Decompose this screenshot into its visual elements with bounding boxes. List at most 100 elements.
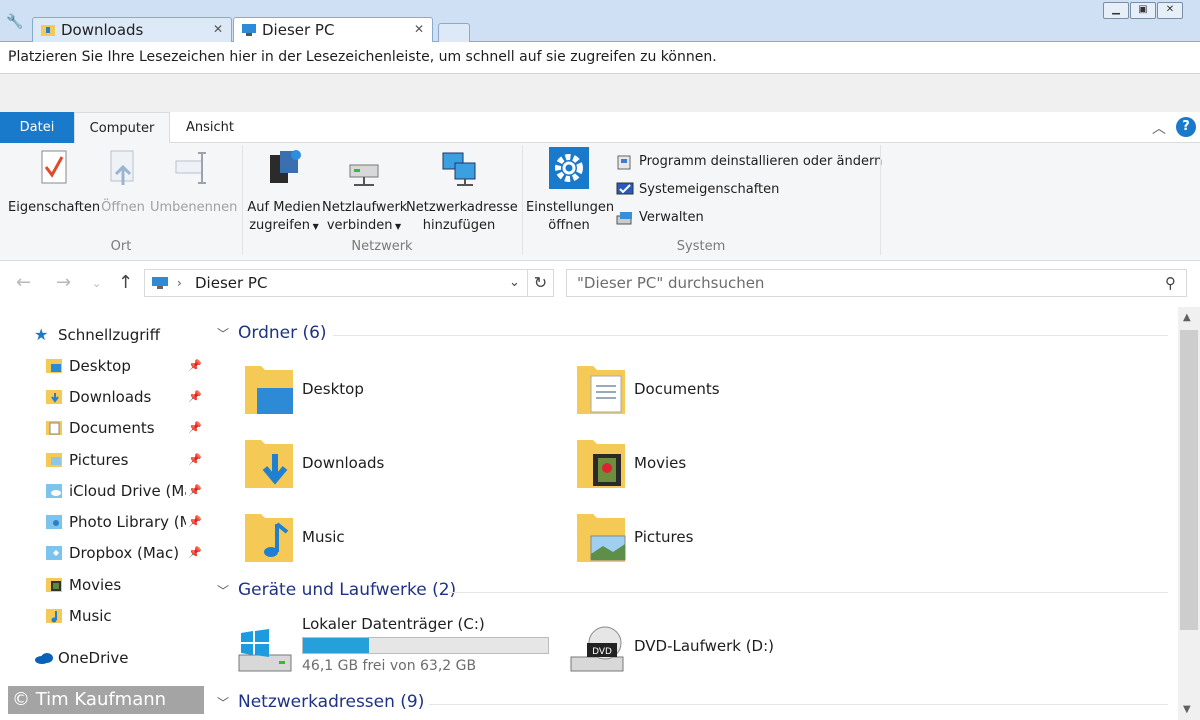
open-settings-button[interactable]: Einstellungen öffnen bbox=[526, 147, 614, 235]
tab-datei[interactable]: Datei bbox=[0, 112, 74, 143]
folder-item-music[interactable]: Music bbox=[243, 510, 543, 574]
uninstall-program-label: Programm deinstallieren oder ändern bbox=[639, 154, 883, 169]
search-placeholder: "Dieser PC" durchsuchen bbox=[577, 274, 765, 292]
open-icon bbox=[110, 150, 134, 185]
dropdown-arrow-icon: ▼ bbox=[310, 222, 319, 231]
refresh-button[interactable]: ↻ bbox=[528, 269, 554, 297]
collapse-ribbon-icon[interactable]: ︿ bbox=[1152, 118, 1166, 138]
nav-item-music[interactable]: Music bbox=[0, 602, 207, 630]
map-network-drive-button[interactable]: Netzlaufwerk verbinden ▼ bbox=[322, 147, 407, 236]
browser-tab-strip: 🔧 Downloads ✕ Dieser PC ✕ ▁ ▣ ✕ bbox=[0, 0, 1200, 44]
nav-item-documents[interactable]: Documents 📌 bbox=[0, 414, 207, 442]
nav-item-downloads[interactable]: Downloads 📌 bbox=[0, 383, 207, 411]
desktop-folder-icon bbox=[46, 359, 62, 373]
tab-downloads[interactable]: Downloads ✕ bbox=[32, 17, 232, 43]
back-arrow-icon[interactable]: ← bbox=[16, 272, 31, 293]
drive-d[interactable]: DVD DVD-Laufwerk (D:) bbox=[567, 613, 867, 679]
this-pc-icon bbox=[242, 24, 256, 36]
breadcrumb-dieser-pc[interactable]: Dieser PC bbox=[195, 270, 267, 296]
music-folder-icon bbox=[245, 514, 293, 562]
chevron-down-icon: ﹀ bbox=[217, 584, 230, 598]
pin-icon[interactable]: 📌 bbox=[186, 383, 202, 411]
access-media-button[interactable]: Auf Medien zugreifen ▼ bbox=[246, 147, 322, 236]
properties-button[interactable]: Eigenschaften bbox=[8, 147, 101, 217]
new-tab-button[interactable] bbox=[438, 23, 470, 43]
pin-icon[interactable]: 📌 bbox=[186, 414, 202, 442]
add-network-location-button[interactable]: Netzwerkadresse hinzufügen bbox=[406, 147, 518, 235]
tab-ansicht[interactable]: Ansicht bbox=[172, 112, 248, 143]
drive-c-usage-bar bbox=[302, 637, 549, 654]
group-header-folders[interactable]: ﹀ Ordner (6) bbox=[217, 323, 327, 349]
drive-c[interactable]: Lokaler Datenträger (C:) 46,1 GB frei vo… bbox=[235, 613, 555, 679]
address-bar[interactable]: › Dieser PC ⌄ bbox=[144, 269, 528, 297]
minimize-button[interactable]: ▁ bbox=[1103, 2, 1129, 19]
nav-quick-access[interactable]: ★ Schnellzugriff bbox=[0, 321, 207, 349]
downloads-folder-icon bbox=[41, 25, 55, 36]
uninstall-program-button[interactable]: Programm deinstallieren oder ändern bbox=[616, 151, 882, 173]
nav-label: Photo Library (M bbox=[69, 513, 193, 531]
tab-dieser-pc[interactable]: Dieser PC ✕ bbox=[233, 17, 433, 44]
navigation-pane: ★ Schnellzugriff Desktop 📌 Downloads 📌 D… bbox=[0, 307, 207, 720]
icloud-folder-icon bbox=[46, 484, 62, 498]
dropdown-arrow-icon: ▼ bbox=[392, 222, 402, 231]
open-button[interactable]: Öffnen bbox=[100, 147, 146, 217]
drive-d-name: DVD-Laufwerk (D:) bbox=[634, 637, 775, 655]
group-header-devices[interactable]: ﹀ Geräte und Laufwerke (2) bbox=[217, 580, 456, 606]
add-network-location-label-1: Netzwerkadresse bbox=[406, 200, 518, 215]
address-dropdown-icon[interactable]: ⌄ bbox=[509, 270, 520, 296]
pin-icon[interactable]: 📌 bbox=[186, 508, 202, 536]
system-properties-button[interactable]: Systemeigenschaften bbox=[616, 179, 779, 201]
folder-item-downloads[interactable]: Downloads bbox=[243, 436, 543, 500]
folder-item-desktop[interactable]: Desktop bbox=[243, 362, 543, 426]
add-network-location-label-2: hinzufügen bbox=[422, 218, 496, 233]
close-icon[interactable]: ✕ bbox=[213, 22, 223, 36]
recent-locations-chevron-icon[interactable]: ⌄ bbox=[92, 277, 101, 290]
up-arrow-icon[interactable]: ↑ bbox=[118, 272, 133, 293]
nav-item-dropbox[interactable]: Dropbox (Mac) 📌 bbox=[0, 539, 207, 567]
documents-folder-icon bbox=[46, 421, 62, 435]
nav-label: OneDrive bbox=[58, 649, 129, 667]
downloads-folder-icon bbox=[46, 390, 62, 404]
folder-item-movies[interactable]: Movies bbox=[575, 436, 875, 500]
pin-icon[interactable]: 📌 bbox=[186, 446, 202, 474]
maximize-button[interactable]: ▣ bbox=[1130, 2, 1156, 19]
this-pc-icon bbox=[152, 277, 168, 289]
scroll-up-arrow-icon[interactable]: ▲ bbox=[1183, 312, 1191, 323]
wrench-icon[interactable]: 🔧 bbox=[6, 14, 23, 30]
close-icon[interactable]: ✕ bbox=[414, 22, 424, 36]
tab-computer[interactable]: Computer bbox=[74, 112, 170, 143]
nav-item-movies[interactable]: Movies bbox=[0, 571, 207, 599]
nav-item-icloud-drive[interactable]: iCloud Drive (Ma 📌 bbox=[0, 477, 207, 505]
search-input[interactable]: "Dieser PC" durchsuchen ⚲ bbox=[566, 269, 1187, 297]
nav-item-photo-library[interactable]: Photo Library (M 📌 bbox=[0, 508, 207, 536]
forward-arrow-icon[interactable]: → bbox=[56, 272, 71, 293]
scrollbar-thumb[interactable] bbox=[1180, 330, 1198, 630]
nav-label: Desktop bbox=[69, 357, 131, 375]
rename-button[interactable]: Umbenennen bbox=[150, 147, 237, 217]
close-window-button[interactable]: ✕ bbox=[1157, 2, 1183, 19]
map-network-drive-label-2: verbinden bbox=[326, 218, 393, 233]
chevron-down-icon: ﹀ bbox=[217, 327, 230, 341]
search-icon[interactable]: ⚲ bbox=[1165, 270, 1176, 296]
help-icon[interactable]: ? bbox=[1176, 117, 1196, 137]
pin-icon[interactable]: 📌 bbox=[186, 352, 202, 380]
nav-item-pictures[interactable]: Pictures 📌 bbox=[0, 446, 207, 474]
properties-label: Eigenschaften bbox=[8, 200, 101, 215]
media-icon bbox=[270, 150, 301, 183]
nav-item-desktop[interactable]: Desktop 📌 bbox=[0, 352, 207, 380]
nav-label: Movies bbox=[69, 576, 122, 594]
nav-onedrive[interactable]: OneDrive bbox=[0, 644, 207, 672]
manage-button[interactable]: Verwalten bbox=[616, 207, 704, 229]
folder-name: Music bbox=[302, 528, 345, 546]
windows-drive-icon bbox=[238, 629, 292, 672]
folder-item-documents[interactable]: Documents bbox=[575, 362, 875, 426]
pin-icon[interactable]: 📌 bbox=[186, 539, 202, 567]
scroll-down-arrow-icon[interactable]: ▼ bbox=[1183, 704, 1191, 715]
network-drive-icon bbox=[349, 164, 379, 186]
network-location-icon bbox=[442, 152, 476, 186]
folder-item-pictures[interactable]: Pictures bbox=[575, 510, 875, 574]
group-divider bbox=[333, 335, 1168, 336]
group-header-label: Ordner (6) bbox=[238, 323, 327, 343]
pin-icon[interactable]: 📌 bbox=[186, 477, 202, 505]
group-header-network[interactable]: ﹀ Netzwerkadressen (9) bbox=[217, 692, 424, 718]
